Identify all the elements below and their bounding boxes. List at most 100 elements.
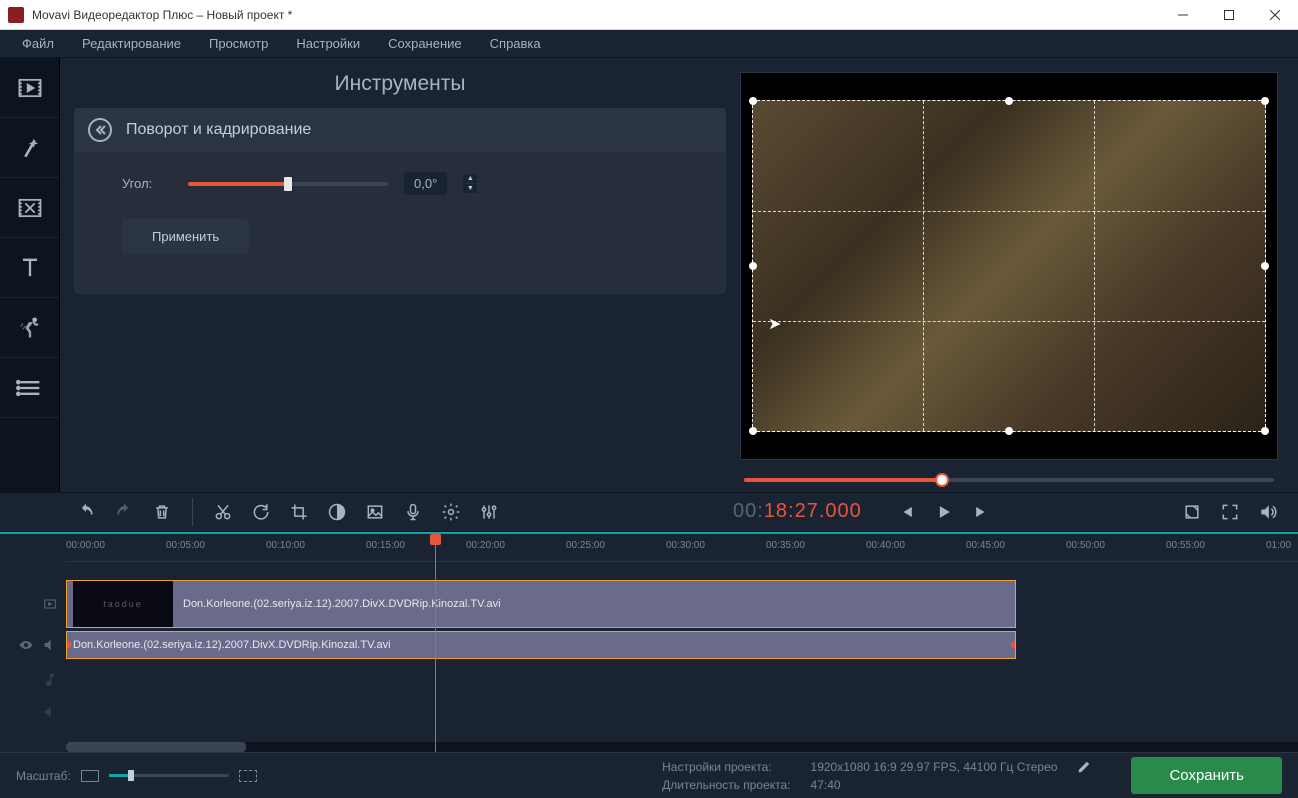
preview-area bbox=[740, 58, 1298, 492]
sidebar bbox=[0, 58, 60, 492]
crop-handle-w[interactable] bbox=[749, 262, 757, 270]
spinner-down-icon[interactable]: ▼ bbox=[463, 184, 477, 193]
menu-edit[interactable]: Редактирование bbox=[68, 32, 195, 55]
maximize-button[interactable] bbox=[1206, 0, 1252, 30]
save-button[interactable]: Сохранить bbox=[1131, 757, 1282, 794]
menu-settings[interactable]: Настройки bbox=[282, 32, 374, 55]
sidebar-transitions-button[interactable] bbox=[0, 178, 59, 238]
clip-thumbnail: taodue bbox=[73, 581, 173, 627]
menubar: Файл Редактирование Просмотр Настройки С… bbox=[0, 30, 1298, 58]
rotate-crop-box: Поворот и кадрирование Угол: 0,0° ▲▼ При… bbox=[74, 108, 726, 294]
project-duration-label: Длительность проекта: bbox=[662, 778, 790, 792]
menu-help[interactable]: Справка bbox=[476, 32, 555, 55]
fullscreen-button[interactable] bbox=[1212, 496, 1248, 528]
ruler-tick: 00:20:00 bbox=[466, 540, 505, 551]
eye-icon[interactable] bbox=[18, 637, 34, 653]
gear-button[interactable] bbox=[433, 496, 469, 528]
edit-settings-icon[interactable] bbox=[1077, 760, 1091, 774]
video-track-icon bbox=[42, 596, 58, 612]
spinner-up-icon[interactable]: ▲ bbox=[463, 174, 477, 183]
toolbar: 00:18:27.000 bbox=[0, 492, 1298, 532]
crop-handle-n[interactable] bbox=[1005, 97, 1013, 105]
timeline-ruler[interactable]: 00:00:00 00:05:00 00:10:00 00:15:00 00:2… bbox=[66, 534, 1298, 562]
crop-rectangle[interactable] bbox=[752, 100, 1267, 432]
play-button[interactable] bbox=[926, 496, 962, 528]
mic-button[interactable] bbox=[395, 496, 431, 528]
crop-button[interactable] bbox=[281, 496, 317, 528]
tools-panel-title: Инструменты bbox=[74, 72, 726, 96]
preview-viewport[interactable] bbox=[740, 72, 1278, 460]
ruler-tick: 00:50:00 bbox=[1066, 540, 1105, 551]
equalizer-button[interactable] bbox=[471, 496, 507, 528]
audio-clip-name: Don.Korleone.(02.seriya.iz.12).2007.DivX… bbox=[73, 639, 391, 651]
app-icon bbox=[8, 7, 24, 23]
prev-button[interactable] bbox=[888, 496, 924, 528]
delete-button[interactable] bbox=[144, 496, 180, 528]
angle-slider[interactable] bbox=[188, 182, 388, 186]
speaker-icon[interactable] bbox=[42, 637, 58, 653]
zoom-slider[interactable] bbox=[109, 774, 229, 777]
statusbar: Масштаб: Настройки проекта: 1920x1080 16… bbox=[0, 752, 1298, 798]
crop-handle-nw[interactable] bbox=[749, 97, 757, 105]
color-button[interactable] bbox=[319, 496, 355, 528]
back-button[interactable] bbox=[88, 118, 112, 142]
ruler-tick: 00:35:00 bbox=[766, 540, 805, 551]
sidebar-filters-button[interactable] bbox=[0, 118, 59, 178]
timecode-display: 00:18:27.000 bbox=[715, 500, 880, 524]
angle-value[interactable]: 0,0° bbox=[404, 172, 447, 195]
menu-save[interactable]: Сохранение bbox=[374, 32, 476, 55]
volume-button[interactable] bbox=[1250, 496, 1286, 528]
ruler-tick: 00:15:00 bbox=[366, 540, 405, 551]
window-title: Movavi Видеоредактор Плюс – Новый проект… bbox=[32, 8, 1160, 22]
playhead[interactable] bbox=[435, 534, 436, 752]
audio-clip[interactable]: Don.Korleone.(02.seriya.iz.12).2007.DivX… bbox=[66, 631, 1016, 659]
undo-button[interactable] bbox=[68, 496, 104, 528]
redo-button[interactable] bbox=[106, 496, 142, 528]
crop-handle-sw[interactable] bbox=[749, 427, 757, 435]
zoom-label: Масштаб: bbox=[16, 769, 71, 783]
speaker-icon[interactable] bbox=[42, 704, 58, 720]
project-settings-label: Настройки проекта: bbox=[662, 760, 790, 774]
zoom-in-icon[interactable] bbox=[239, 770, 257, 782]
menu-view[interactable]: Просмотр bbox=[195, 32, 282, 55]
zoom-out-icon[interactable] bbox=[81, 770, 99, 782]
crop-handle-e[interactable] bbox=[1261, 262, 1269, 270]
tools-panel: Инструменты Поворот и кадрирование Угол:… bbox=[60, 58, 740, 492]
apply-button[interactable]: Применить bbox=[122, 219, 249, 254]
sidebar-titles-button[interactable] bbox=[0, 238, 59, 298]
rotate-button[interactable] bbox=[243, 496, 279, 528]
angle-spinner[interactable]: ▲▼ bbox=[463, 174, 477, 193]
timeline: 00:00:00 00:05:00 00:10:00 00:15:00 00:2… bbox=[0, 532, 1298, 752]
menu-file[interactable]: Файл bbox=[8, 32, 68, 55]
ruler-tick: 00:30:00 bbox=[666, 540, 705, 551]
crop-handle-se[interactable] bbox=[1261, 427, 1269, 435]
video-clip[interactable]: taodue Don.Korleone.(02.seriya.iz.12).20… bbox=[66, 580, 1016, 628]
popout-button[interactable] bbox=[1174, 496, 1210, 528]
ruler-tick: 00:55:00 bbox=[1166, 540, 1205, 551]
ruler-tick: 00:40:00 bbox=[866, 540, 905, 551]
timecode-hours: 00: bbox=[733, 500, 764, 522]
project-settings-value: 1920x1080 16:9 29.97 FPS, 44100 Гц Стере… bbox=[811, 760, 1058, 774]
ruler-tick: 01:00 bbox=[1266, 540, 1291, 551]
crop-handle-s[interactable] bbox=[1005, 427, 1013, 435]
angle-label: Угол: bbox=[122, 176, 172, 191]
close-button[interactable] bbox=[1252, 0, 1298, 30]
sidebar-motion-button[interactable] bbox=[0, 298, 59, 358]
preview-scrubber[interactable] bbox=[740, 468, 1278, 492]
image-button[interactable] bbox=[357, 496, 393, 528]
music-note-icon bbox=[42, 672, 58, 688]
minimize-button[interactable] bbox=[1160, 0, 1206, 30]
sidebar-more-button[interactable] bbox=[0, 358, 59, 418]
next-button[interactable] bbox=[964, 496, 1000, 528]
cut-button[interactable] bbox=[205, 496, 241, 528]
ruler-tick: 00:05:00 bbox=[166, 540, 205, 551]
tool-section-title: Поворот и кадрирование bbox=[126, 121, 311, 139]
ruler-tick: 00:10:00 bbox=[266, 540, 305, 551]
crop-handle-ne[interactable] bbox=[1261, 97, 1269, 105]
ruler-tick: 00:45:00 bbox=[966, 540, 1005, 551]
video-clip-name: Don.Korleone.(02.seriya.iz.12).2007.DivX… bbox=[183, 598, 501, 610]
ruler-tick: 00:25:00 bbox=[566, 540, 605, 551]
sidebar-media-button[interactable] bbox=[0, 58, 59, 118]
timecode-rest: 18:27.000 bbox=[764, 500, 862, 522]
timeline-hscroll[interactable] bbox=[66, 742, 1298, 752]
